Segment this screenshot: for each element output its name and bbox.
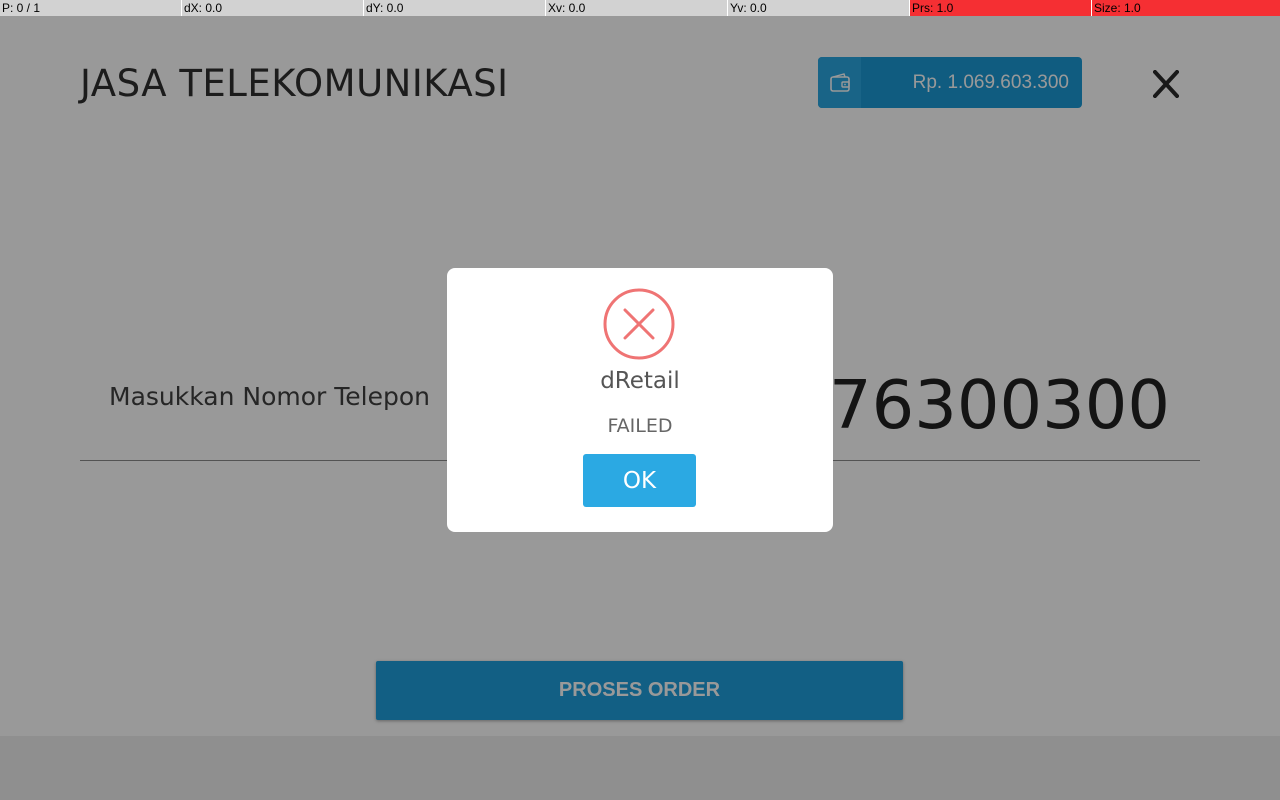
ok-button[interactable]: OK — [583, 454, 696, 507]
delta-x: dX: 0.0 — [182, 0, 364, 16]
pointer-location-bar: P: 0 / 1 dX: 0.0 dY: 0.0 Xv: 0.0 Yv: 0.0… — [0, 0, 1280, 16]
velocity-y: Yv: 0.0 — [728, 0, 910, 16]
dialog-title: dRetail — [600, 368, 680, 394]
delta-y: dY: 0.0 — [364, 0, 546, 16]
pointer-count: P: 0 / 1 — [0, 0, 182, 16]
velocity-x: Xv: 0.0 — [546, 0, 728, 16]
error-dialog: dRetail FAILED OK — [447, 268, 833, 532]
touch-size: Size: 1.0 — [1092, 0, 1280, 16]
error-x-icon — [603, 288, 675, 360]
dialog-message: FAILED — [607, 415, 673, 437]
pressure: Prs: 1.0 — [910, 0, 1092, 16]
